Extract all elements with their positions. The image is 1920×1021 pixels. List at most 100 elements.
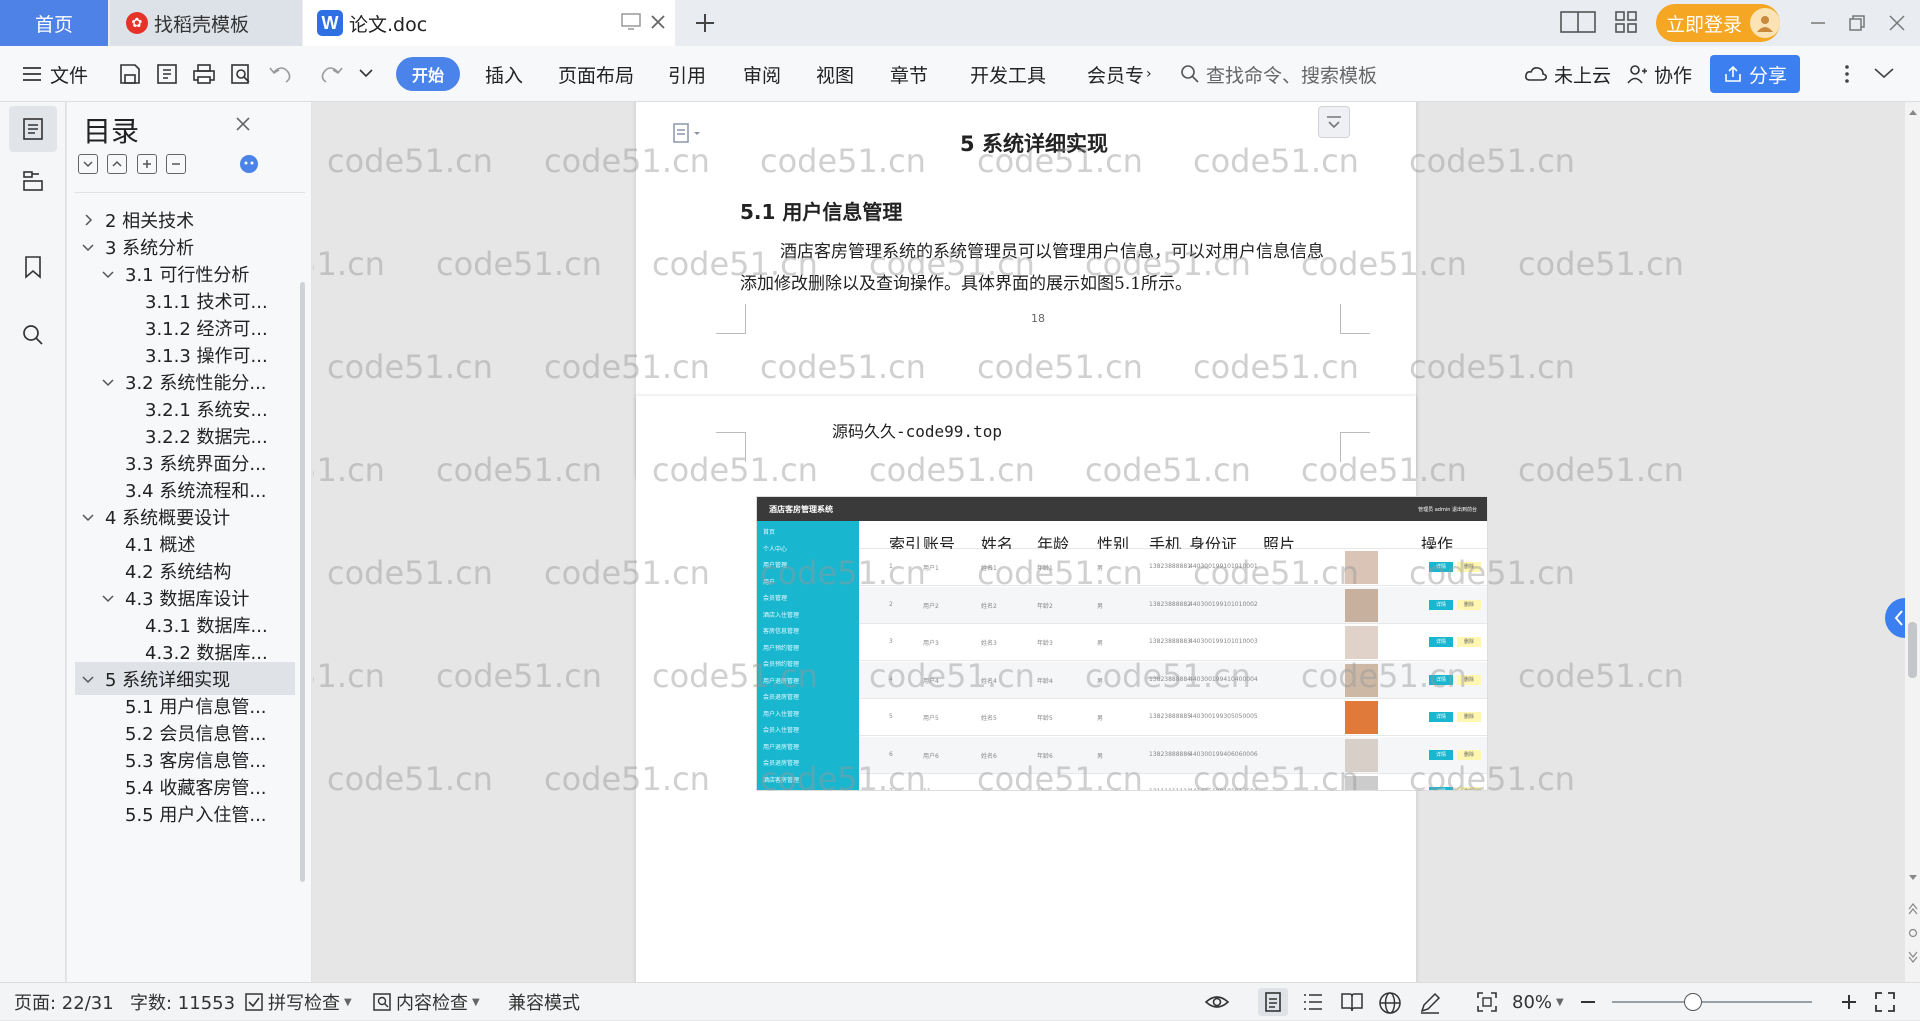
- figure-delete-button: 删除: [1457, 712, 1481, 722]
- chevron-down-icon[interactable]: [101, 267, 115, 281]
- toc-scrollbar[interactable]: [300, 282, 305, 882]
- tab-reference[interactable]: 引用: [668, 46, 706, 102]
- export-pdf-icon[interactable]: [155, 62, 179, 86]
- page-indicator[interactable]: 页面: 22/31: [14, 983, 114, 1021]
- collapse-all-icon[interactable]: [78, 154, 98, 174]
- figure-screenshot[interactable]: 酒店客房管理系统 管理员 admin 退出到前台 首页 个人中心 用户管理 用户 会员管…: [756, 496, 1488, 791]
- scroll-down-icon[interactable]: [1908, 874, 1918, 882]
- watermark-text: code51.cn: [1409, 348, 1575, 386]
- tab-member[interactable]: 会员专 ›: [1087, 46, 1152, 102]
- add-heading-icon[interactable]: [137, 154, 157, 174]
- bookmark-button[interactable]: [9, 244, 57, 290]
- figure-header-right: 管理员 admin 退出到前台: [1418, 506, 1477, 513]
- figure-table-cell: 男: [1097, 602, 1104, 610]
- search-icon: [23, 325, 43, 345]
- chevron-down-icon[interactable]: [81, 510, 95, 524]
- scroll-up-icon[interactable]: [1908, 108, 1918, 116]
- figure-table-cell: 年龄4: [1037, 677, 1053, 685]
- close-icon[interactable]: [235, 116, 251, 132]
- fit-page-icon[interactable]: [1476, 991, 1498, 1013]
- save-icon[interactable]: [118, 62, 142, 86]
- toc-item-label: 2 相关技术: [105, 210, 195, 232]
- figure-table-cell: 7: [889, 788, 893, 790]
- new-tab-icon[interactable]: [694, 12, 716, 34]
- section-heading[interactable]: 5.1 用户信息管理: [740, 196, 902, 225]
- ai-assistant-icon[interactable]: [239, 154, 259, 174]
- zoom-in-icon[interactable]: [1840, 993, 1858, 1011]
- chevron-down-icon[interactable]: [101, 591, 115, 605]
- chevron-down-icon[interactable]: [81, 672, 95, 686]
- share-button[interactable]: 分享: [1710, 55, 1800, 93]
- chevron-down-icon[interactable]: [81, 240, 95, 254]
- fullscreen-icon[interactable]: [1874, 991, 1896, 1013]
- toc-item-label: 5.3 客房信息管...: [125, 750, 267, 772]
- close-window-icon[interactable]: [1887, 13, 1907, 33]
- toc-item-label: 3.1.3 操作可...: [145, 345, 268, 367]
- toc-panel-button[interactable]: [9, 106, 57, 152]
- tab-home[interactable]: 首页: [0, 0, 108, 46]
- figure-table-cell: 6: [889, 750, 893, 758]
- figure-delete-button: 删除: [1457, 749, 1481, 760]
- scroll-thumb[interactable]: [1908, 622, 1917, 678]
- chevron-right-icon[interactable]: [81, 213, 95, 227]
- redo-icon[interactable]: [316, 62, 346, 86]
- toc-item[interactable]: 5.5 用户入住管...: [75, 797, 295, 830]
- body-paragraph[interactable]: 酒店客房管理系统的系统管理员可以管理用户信息，可以对用户信息信息添加修改删除以及…: [740, 236, 1336, 300]
- zoom-slider-thumb[interactable]: [1684, 993, 1702, 1011]
- ribbon-toolbar: 文件 开始 插入 页面布局 引用 审阅 视图 章节 开发工具 会员专 › 查找命令…: [0, 46, 1920, 102]
- tab-document[interactable]: W 论文.doc: [303, 0, 675, 46]
- close-tab-icon[interactable]: [649, 13, 667, 31]
- reading-view-icon[interactable]: [1340, 991, 1364, 1013]
- screen-icon[interactable]: [621, 13, 641, 31]
- restore-icon[interactable]: [1847, 13, 1867, 33]
- minimize-icon[interactable]: [1808, 13, 1828, 33]
- word-count[interactable]: 字数: 11553: [130, 983, 235, 1021]
- print-icon[interactable]: [192, 62, 216, 86]
- find-button[interactable]: [9, 312, 57, 358]
- figure-table-cell: 姓名1: [981, 565, 997, 572]
- filter-dropdown-icon[interactable]: [1318, 106, 1350, 138]
- grid-apps-icon[interactable]: [1614, 10, 1638, 34]
- zoom-out-icon[interactable]: [1581, 1001, 1595, 1003]
- zoom-slider-track[interactable]: [1612, 1001, 1812, 1003]
- expand-all-icon[interactable]: [107, 154, 127, 174]
- side-panel-toggle-icon[interactable]: [1885, 598, 1905, 638]
- cloud-status[interactable]: 未上云: [1524, 46, 1611, 102]
- nav-structure-button[interactable]: [9, 158, 57, 204]
- pen-icon[interactable]: [1418, 991, 1442, 1015]
- more-vertical-icon[interactable]: [1843, 62, 1851, 86]
- share-icon: [1725, 65, 1741, 82]
- command-search[interactable]: 查找命令、搜索模板: [1180, 46, 1377, 102]
- left-nav-rail: [0, 102, 66, 982]
- eye-protect-icon[interactable]: [1204, 991, 1230, 1013]
- prev-page-icon[interactable]: [1908, 902, 1918, 916]
- zoom-level[interactable]: 80% ▼: [1512, 983, 1564, 1021]
- tab-templates[interactable]: ✿ 找稻壳模板: [110, 0, 302, 46]
- chapter-heading[interactable]: 5 系统详细实现: [636, 128, 1432, 158]
- undo-icon[interactable]: [268, 62, 298, 86]
- more-dropdown-icon[interactable]: [358, 66, 374, 80]
- outline-view-icon[interactable]: [1302, 992, 1324, 1012]
- vertical-scrollbar[interactable]: [1905, 102, 1920, 982]
- tab-review[interactable]: 审阅: [743, 46, 781, 102]
- file-menu[interactable]: 文件: [22, 46, 88, 102]
- layout-icon[interactable]: [1560, 10, 1596, 34]
- tab-devtools[interactable]: 开发工具: [970, 46, 1046, 102]
- web-view-icon[interactable]: [1378, 991, 1402, 1015]
- collab-button[interactable]: 协作: [1626, 46, 1692, 102]
- remove-heading-icon[interactable]: [166, 154, 186, 174]
- collapse-ribbon-icon[interactable]: [1873, 66, 1895, 80]
- content-check-button[interactable]: 内容检查 ▼: [372, 983, 480, 1021]
- login-button[interactable]: 立即登录: [1656, 4, 1780, 42]
- tab-view[interactable]: 视图: [816, 46, 854, 102]
- tab-start[interactable]: 开始: [396, 57, 460, 91]
- select-browse-icon[interactable]: [1908, 928, 1918, 938]
- tab-insert[interactable]: 插入: [485, 46, 523, 102]
- chevron-down-icon[interactable]: [101, 375, 115, 389]
- print-preview-icon[interactable]: [229, 62, 253, 86]
- tab-chapter[interactable]: 章节: [890, 46, 928, 102]
- tab-page-layout[interactable]: 页面布局: [558, 46, 634, 102]
- page-view-icon[interactable]: [1258, 988, 1288, 1016]
- spell-check-button[interactable]: 拼写检查 ▼: [244, 983, 352, 1021]
- next-page-icon[interactable]: [1908, 950, 1918, 964]
